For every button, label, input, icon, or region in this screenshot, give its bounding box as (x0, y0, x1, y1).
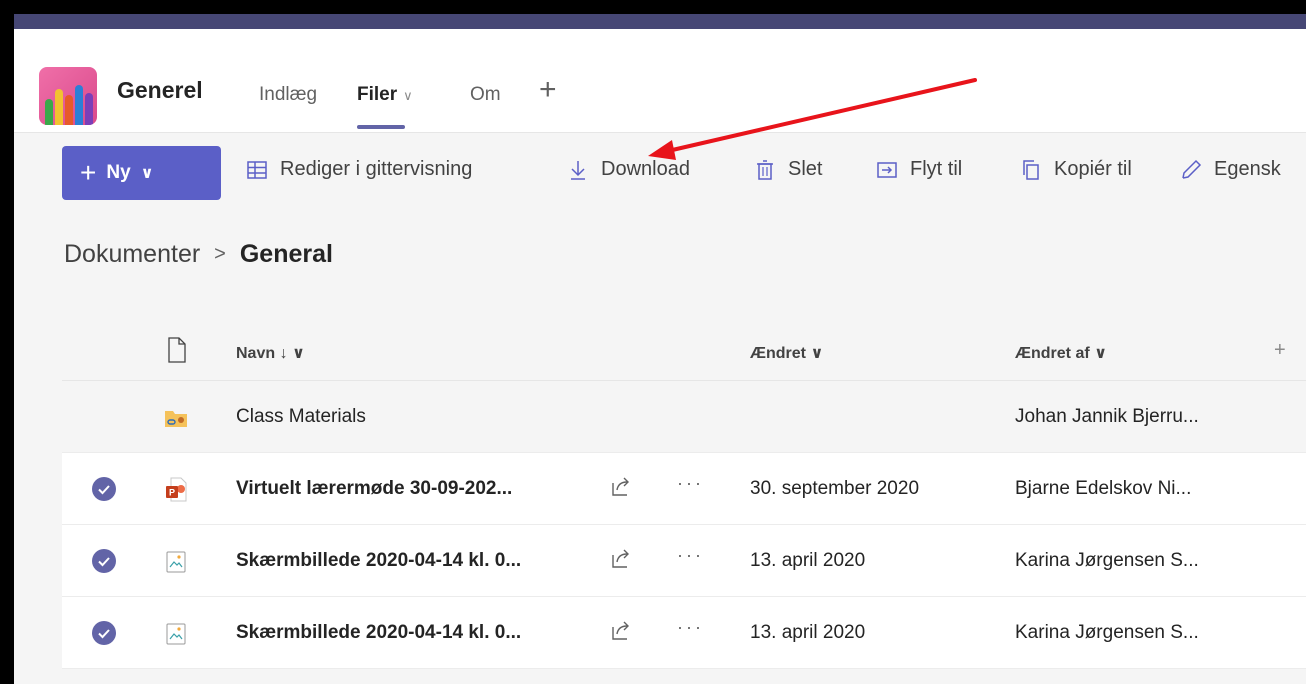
edit-grid-view-label: Rediger i gittervisning (280, 158, 473, 180)
active-tab-indicator (357, 125, 405, 129)
chevron-down-icon: ∨ (140, 165, 154, 182)
edit-grid-view-button[interactable]: Rediger i gittervisning (246, 158, 472, 181)
selected-check-icon[interactable] (92, 549, 116, 573)
column-name[interactable]: Navn ↓ ∨ (236, 343, 305, 363)
modified-date: 13. april 2020 (750, 622, 866, 643)
more-options-button[interactable]: ··· (677, 545, 704, 566)
channel-header: Generel Indlæg Filer ∨ Om + (14, 29, 1306, 133)
file-name[interactable]: Virtuelt lærermøde 30-09-202... (236, 478, 512, 500)
delete-label: Slet (788, 158, 823, 180)
new-button[interactable]: + Ny ∨ (62, 146, 221, 200)
file-name[interactable]: Skærmbillede 2020-04-14 kl. 0... (236, 550, 521, 572)
modified-by: Karina Jørgensen S... (1015, 622, 1199, 643)
channel-avatar-pencils-icon (39, 67, 97, 125)
image-file-icon (166, 551, 186, 573)
breadcrumb: Dokumenter > General (64, 240, 333, 269)
add-tab-button[interactable]: + (539, 73, 557, 107)
table-row[interactable]: Skærmbillede 2020-04-14 kl. 0... ··· 13.… (62, 525, 1306, 597)
teams-window: Generel Indlæg Filer ∨ Om + + Ny ∨ Redige… (14, 14, 1306, 684)
download-button[interactable]: Download (567, 158, 690, 181)
modified-by: Karina Jørgensen S... (1015, 550, 1199, 571)
file-name[interactable]: Skærmbillede 2020-04-14 kl. 0... (236, 622, 521, 644)
modified-by: Bjarne Edelskov Ni... (1015, 478, 1192, 499)
tab-indlaeg[interactable]: Indlæg (259, 84, 317, 106)
modified-date: 13. april 2020 (750, 550, 866, 571)
plus-icon: + (80, 157, 97, 188)
download-label: Download (601, 158, 690, 180)
column-header-row: Navn ↓ ∨ Ændret ∨ Ændret af ∨ + (62, 319, 1306, 381)
trash-icon (757, 159, 773, 180)
image-file-icon (166, 623, 186, 645)
add-column-button[interactable]: + (1274, 339, 1286, 362)
column-modified-by[interactable]: Ændret af ∨ (1015, 343, 1107, 363)
breadcrumb-separator: > (214, 243, 226, 265)
modified-date: 30. september 2020 (750, 478, 920, 499)
tab-filer[interactable]: Filer ∨ (357, 84, 413, 106)
chevron-down-icon: ∨ (403, 88, 413, 103)
properties-button[interactable]: Egensk (1180, 158, 1281, 181)
svg-text:P: P (169, 488, 175, 498)
copy-to-button[interactable]: Kopiér til (1020, 158, 1132, 181)
move-icon (877, 161, 897, 178)
title-bar (14, 14, 1306, 29)
grid-icon (247, 160, 267, 179)
share-icon[interactable] (610, 475, 632, 497)
table-row[interactable]: Skærmbillede 2020-04-14 kl. 0... ··· 13.… (62, 597, 1306, 669)
copy-icon (1023, 159, 1039, 180)
file-list: Navn ↓ ∨ Ændret ∨ Ændret af ∨ + Class Ma… (62, 319, 1306, 669)
column-modified[interactable]: Ændret ∨ (750, 343, 823, 363)
share-icon[interactable] (610, 619, 632, 641)
tab-filer-label: Filer (357, 84, 398, 105)
file-type-header-icon[interactable] (167, 337, 187, 363)
powerpoint-file-icon: P (166, 477, 187, 502)
properties-label: Egensk (1214, 158, 1281, 180)
share-icon[interactable] (610, 547, 632, 569)
more-options-button[interactable]: ··· (677, 617, 704, 638)
file-name[interactable]: Class Materials (236, 406, 366, 428)
delete-button[interactable]: Slet (754, 158, 822, 181)
copy-to-label: Kopiér til (1054, 158, 1132, 180)
move-to-button[interactable]: Flyt til (876, 158, 962, 181)
breadcrumb-root[interactable]: Dokumenter (64, 240, 200, 269)
table-row[interactable]: P Virtuelt lærermøde 30-09-202... ··· 30… (62, 453, 1306, 525)
table-row[interactable]: Class Materials Johan Jannik Bjerru... (62, 381, 1306, 453)
download-icon (571, 160, 585, 180)
shared-folder-icon (165, 411, 187, 427)
new-button-label: Ny (106, 162, 131, 183)
pencil-icon (1182, 159, 1202, 179)
selected-check-icon[interactable] (92, 621, 116, 645)
selected-check-icon[interactable] (92, 477, 116, 501)
more-options-button[interactable]: ··· (677, 473, 704, 494)
move-to-label: Flyt til (910, 158, 963, 180)
modified-by: Johan Jannik Bjerru... (1015, 406, 1199, 427)
tab-om[interactable]: Om (470, 84, 501, 106)
breadcrumb-current: General (239, 240, 333, 268)
channel-title: Generel (117, 77, 203, 103)
